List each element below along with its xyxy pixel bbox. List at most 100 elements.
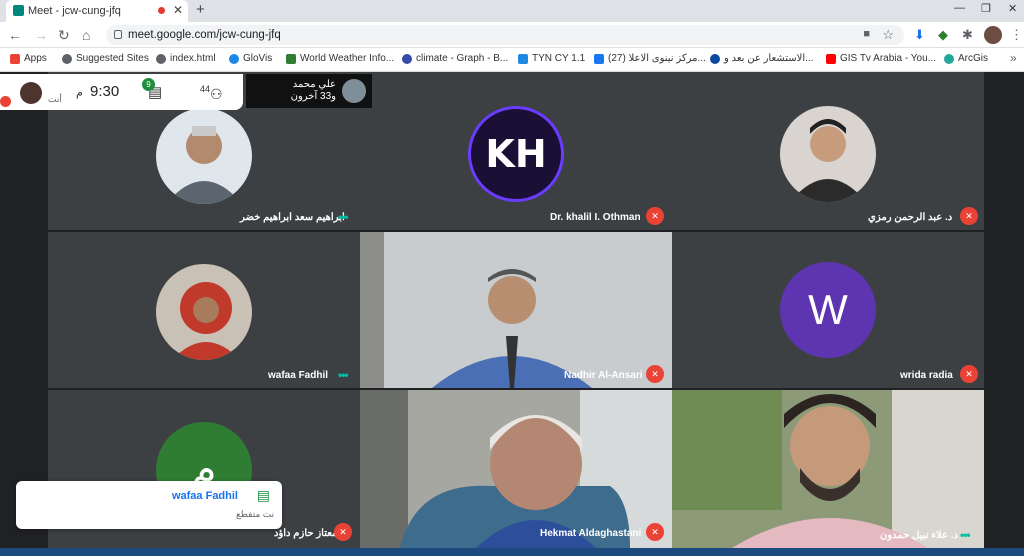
- presenter-name: علي محمد: [292, 79, 336, 90]
- avatar-initials: W: [808, 286, 848, 333]
- participant-tile[interactable]: wafaa Fadhil •••: [48, 232, 360, 388]
- lock-icon: [114, 30, 122, 39]
- person-photo-icon: [166, 126, 242, 204]
- restore-icon[interactable]: ❐: [981, 2, 991, 15]
- forward-icon[interactable]: →: [34, 27, 48, 43]
- chat-sender: wafaa Fadhil: [171, 490, 238, 502]
- bookmark-tyn[interactable]: TYN CY 1.1: [518, 53, 585, 64]
- mic-off-icon: ✕: [646, 523, 664, 541]
- people-count: 44: [200, 84, 211, 94]
- people-icon[interactable]: ⚇: [210, 86, 223, 103]
- globe-icon: [229, 53, 239, 64]
- climate-icon: [402, 53, 412, 64]
- apps-grid-icon: [10, 53, 20, 64]
- bookmark-remote-sensing[interactable]: الاستشعار عن بعد و...: [710, 53, 813, 64]
- participant-name: Nadhir Al-Ansari: [564, 370, 643, 381]
- participant-tile[interactable]: KH Dr. khalil I. Othman ✕: [360, 72, 672, 230]
- avatar: KH: [468, 106, 564, 202]
- avatar: [156, 108, 252, 204]
- mic-off-icon: ✕: [960, 365, 978, 383]
- mic-off-icon: ✕: [646, 207, 664, 225]
- participant-name: Dr. khalil I. Othman: [550, 212, 641, 223]
- video-feed-icon: [672, 390, 984, 548]
- bookmark-climate[interactable]: climate - Graph - B...: [402, 53, 508, 64]
- bookmark-apps[interactable]: Apps: [10, 53, 47, 64]
- bookmark-glovis[interactable]: GloVis: [229, 53, 272, 64]
- address-bar-row: ← → ↻ ⌂ meet.google.com/jcw-cung-jfq ■ ☆…: [0, 22, 1024, 48]
- bookmark-index[interactable]: index.html: [156, 53, 216, 64]
- bookmarks-bar: Apps Suggested Sites index.html GloVis W…: [0, 48, 1024, 72]
- tyn-icon: [518, 53, 528, 64]
- home-icon[interactable]: ⌂: [82, 27, 90, 43]
- meet-favicon-icon: [13, 5, 24, 16]
- download-ext-icon[interactable]: ⬇: [914, 27, 925, 43]
- meeting-stage: ابراهيم سعد ابراهيم خضر ••• KH Dr. khali…: [0, 72, 1024, 548]
- speaking-dots-icon: •••: [338, 368, 349, 382]
- globe-icon: [62, 53, 72, 64]
- close-window-icon[interactable]: ✕: [1008, 2, 1017, 15]
- camera-icon[interactable]: ■: [863, 28, 870, 40]
- participant-name: wafaa Fadhil: [268, 370, 329, 381]
- meeting-info-bar: أنت م 9:30 ▤ 9 44 ⚇: [0, 74, 243, 110]
- more-bookmarks-icon[interactable]: »: [1010, 51, 1017, 65]
- profile-avatar[interactable]: [984, 26, 1002, 44]
- reload-icon[interactable]: ↻: [58, 27, 70, 44]
- presenter-more: و33 آخرون: [290, 91, 336, 102]
- video-feed-icon: [360, 390, 672, 548]
- avatar: [156, 264, 252, 360]
- facebook-icon: [594, 53, 604, 64]
- self-avatar[interactable]: [20, 82, 42, 104]
- participant-video-tile[interactable]: د. علاء نبيل حمدون •••: [672, 390, 984, 548]
- person-photo-icon: [790, 119, 866, 202]
- you-label: أنت: [48, 94, 62, 104]
- tab-strip: Meet - jcw-cung-jfq ✕ + — ❐ ✕: [0, 0, 1024, 22]
- shield-icon: [710, 53, 720, 64]
- presenter-badge: علي محمد و33 آخرون: [246, 74, 372, 108]
- bookmark-weather[interactable]: World Weather Info...: [286, 53, 394, 64]
- globe-icon: [156, 53, 166, 64]
- participant-name: د. علاء نبيل حمدون: [880, 530, 958, 541]
- participant-video-tile[interactable]: Hekmat Aldaghastani ✕: [360, 390, 672, 548]
- speaking-dots-icon: •••: [338, 210, 349, 224]
- time-suffix: م: [76, 87, 83, 99]
- mic-off-icon: ✕: [960, 207, 978, 225]
- url-field[interactable]: meet.google.com/jcw-cung-jfq ■ ☆: [106, 25, 904, 45]
- arcgis-icon: [944, 53, 954, 64]
- speaking-dots-icon: •••: [960, 528, 971, 542]
- mic-off-icon: ✕: [646, 365, 664, 383]
- weather-icon: [286, 53, 296, 64]
- video-feed-icon: [360, 232, 672, 388]
- bookmark-arcgis[interactable]: ArcGis: [944, 53, 988, 64]
- avatar: W: [780, 262, 876, 358]
- participant-tile[interactable]: W wrida radia ✕: [672, 232, 984, 388]
- participant-tile[interactable]: د. عبد الرحمن رمزي ✕: [672, 72, 984, 230]
- participant-name: د. عبد الرحمن رمزي: [868, 212, 953, 223]
- meeting-clock: 9:30: [90, 83, 120, 100]
- message-icon: ▤: [256, 487, 270, 503]
- back-icon[interactable]: ←: [8, 27, 22, 43]
- avatar: [780, 106, 876, 202]
- bookmark-star-icon[interactable]: ☆: [882, 27, 894, 43]
- participant-name: معتاز حازم داؤد: [274, 528, 338, 539]
- tab-title: Meet - jcw-cung-jfq: [28, 5, 121, 17]
- new-tab-button[interactable]: +: [196, 1, 205, 18]
- bookmark-ninawa[interactable]: (27) مركز نينوى الاعلا...: [594, 53, 706, 64]
- bookmark-suggested[interactable]: Suggested Sites: [62, 53, 149, 64]
- minimize-icon[interactable]: —: [954, 2, 965, 14]
- chat-count-badge: 9: [142, 78, 155, 91]
- extension-cube-icon[interactable]: ◆: [938, 27, 948, 43]
- avatar-initials: KH: [485, 132, 547, 176]
- bookmark-gis-tv[interactable]: GIS Tv Arabia - You...: [826, 53, 936, 64]
- close-tab-icon[interactable]: ✕: [173, 3, 183, 17]
- url-text: meet.google.com/jcw-cung-jfq: [128, 29, 281, 41]
- tab-meet[interactable]: Meet - jcw-cung-jfq ✕: [6, 0, 188, 22]
- windows-taskbar: [0, 548, 1024, 556]
- participant-video-tile[interactable]: Nadhir Al-Ansari ✕: [360, 232, 672, 388]
- participant-name: wrida radia: [900, 370, 953, 381]
- chat-message: نت متقطع: [236, 509, 275, 519]
- recording-indicator-icon: [158, 7, 165, 14]
- puzzle-icon[interactable]: ✱: [962, 27, 973, 43]
- chat-notification[interactable]: wafaa Fadhil ▤ نت متقطع: [16, 481, 282, 529]
- menu-icon[interactable]: ⋮: [1010, 27, 1023, 43]
- person-photo-icon: [172, 282, 240, 360]
